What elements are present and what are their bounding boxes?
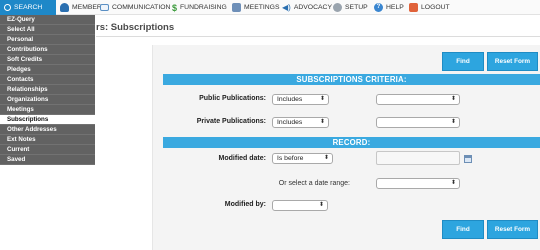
calendar-icon[interactable]: [464, 155, 472, 163]
tab-logout[interactable]: Logout: [409, 0, 450, 15]
menu-item-meetings[interactable]: Meetings: [0, 105, 95, 115]
tab-setup[interactable]: Setup: [333, 0, 368, 15]
select-arrows-icon: ⬍: [323, 155, 329, 161]
search-dropdown-menu: EZ-Query Select All Personal Contributions S…: [0, 15, 95, 165]
reset-form-button-top[interactable]: Reset Form: [487, 52, 538, 71]
menu-item-subscriptions[interactable]: Subscriptions: [0, 115, 95, 125]
menu-item-other-addresses[interactable]: Other Addresses: [0, 125, 95, 135]
menu-item-organizations[interactable]: Organizations: [0, 95, 95, 105]
tab-search-label: Search: [14, 4, 43, 11]
public-publications-select[interactable]: ⬍: [376, 94, 460, 105]
members-icon: [60, 3, 69, 12]
public-publications-label: Public Publications:: [199, 95, 266, 102]
modified-date-operator[interactable]: Is before ⬍: [272, 153, 333, 164]
search-icon: [4, 4, 11, 11]
find-button-top[interactable]: Find: [442, 52, 484, 71]
select-arrows-icon: ⬍: [450, 96, 456, 102]
tab-search[interactable]: Search: [0, 0, 56, 15]
tab-communication[interactable]: Communication: [100, 0, 170, 15]
select-arrows-icon: ⬍: [319, 119, 325, 125]
select-arrows-icon: ⬍: [318, 202, 324, 208]
help-icon: ?: [374, 3, 383, 12]
tab-logout-label: Logout: [421, 4, 450, 11]
reset-form-button-bottom[interactable]: Reset Form: [487, 220, 538, 239]
modified-date-label: Modified date:: [218, 155, 266, 162]
page-title: rs: Subscriptions: [96, 22, 175, 33]
select-arrows-icon: ⬍: [450, 119, 456, 125]
menu-item-soft-credits[interactable]: Soft Credits: [0, 55, 95, 65]
setup-icon: [333, 3, 342, 12]
menu-item-ez-query[interactable]: EZ-Query: [0, 15, 95, 25]
select-arrows-icon: ⬍: [450, 180, 456, 186]
menu-item-select-all[interactable]: Select All: [0, 25, 95, 35]
logout-icon: [409, 3, 418, 12]
private-publications-operator[interactable]: Includes ⬍: [272, 117, 329, 128]
communication-icon: [100, 4, 109, 11]
private-publications-label: Private Publications:: [196, 118, 266, 125]
modified-date-operator-value: Is before: [277, 155, 304, 162]
menu-item-current[interactable]: Current: [0, 145, 95, 155]
menu-item-relationships[interactable]: Relationships: [0, 85, 95, 95]
advocacy-icon: ◀): [282, 3, 291, 12]
private-publications-select[interactable]: ⬍: [376, 117, 460, 128]
private-publications-operator-value: Includes: [277, 119, 303, 126]
public-publications-operator[interactable]: Includes ⬍: [272, 94, 329, 105]
menu-item-saved[interactable]: Saved: [0, 155, 95, 165]
menu-item-contributions[interactable]: Contributions: [0, 45, 95, 55]
date-range-label: Or select a date range:: [278, 180, 350, 187]
tab-meetings[interactable]: Meetings: [232, 0, 280, 15]
date-range-select[interactable]: ⬍: [376, 178, 460, 189]
tab-setup-label: Setup: [345, 4, 368, 11]
record-header: RECORD:: [163, 137, 540, 148]
public-publications-operator-value: Includes: [277, 96, 303, 103]
menu-item-ext-notes[interactable]: Ext Notes: [0, 135, 95, 145]
meetings-icon: [232, 3, 241, 12]
fundraising-icon: $: [172, 3, 178, 13]
subscriptions-criteria-header: SUBSCRIPTIONS CRITERIA:: [163, 74, 540, 85]
tab-fundraising[interactable]: $ Fundraising: [172, 0, 227, 15]
menu-item-pledges[interactable]: Pledges: [0, 65, 95, 75]
modified-by-label: Modified by:: [224, 201, 266, 208]
tab-communication-label: Communication: [112, 4, 171, 11]
tab-help-label: Help: [386, 4, 404, 11]
find-button-bottom[interactable]: Find: [442, 220, 484, 239]
tab-fundraising-label: Fundraising: [180, 4, 227, 11]
tab-advocacy-label: Advocacy: [293, 4, 332, 11]
top-navigation: Search Members Communication $ Fundraisi…: [0, 0, 540, 15]
tab-help[interactable]: ? Help: [374, 0, 404, 15]
title-divider: [96, 36, 540, 37]
modified-date-input[interactable]: [376, 151, 460, 165]
menu-item-contacts[interactable]: Contacts: [0, 75, 95, 85]
tab-meetings-label: Meetings: [244, 4, 280, 11]
modified-by-select[interactable]: ⬍: [272, 200, 328, 211]
tab-advocacy[interactable]: ◀) Advocacy: [282, 0, 332, 15]
select-arrows-icon: ⬍: [319, 96, 325, 102]
menu-item-personal[interactable]: Personal: [0, 35, 95, 45]
